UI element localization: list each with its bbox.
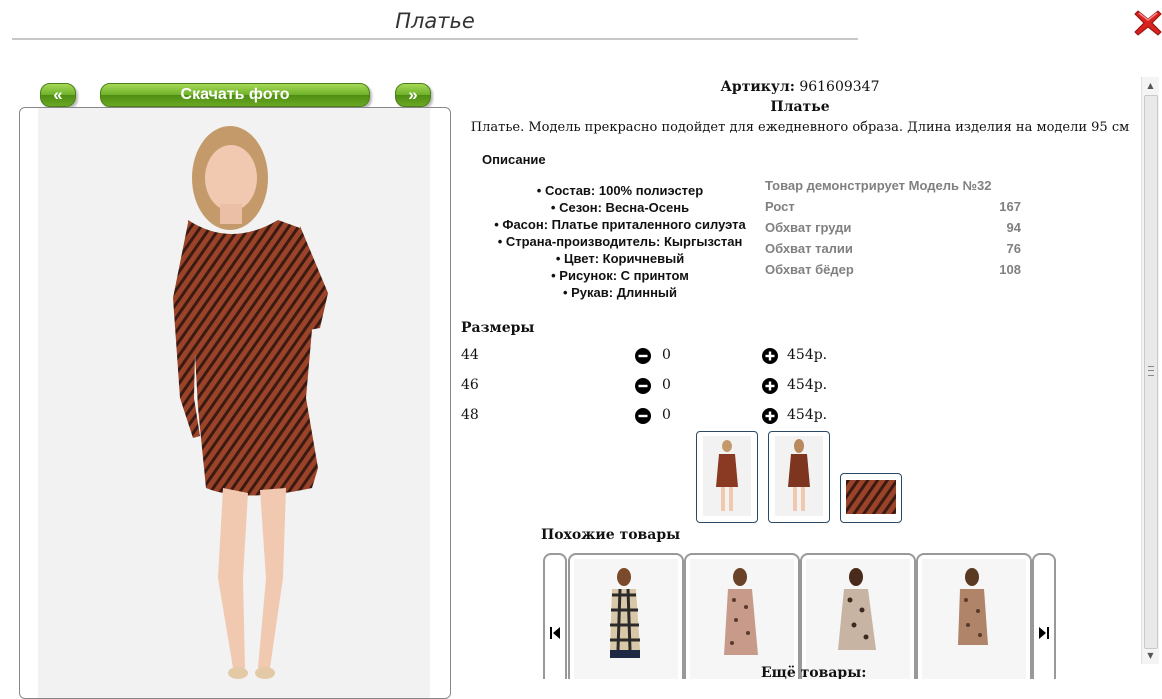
measurement-row: Обхват талии 76 bbox=[765, 238, 1021, 259]
measurement-row: Обхват бёдер 108 bbox=[765, 259, 1021, 280]
size-price: 454р. bbox=[787, 407, 828, 423]
sizes-heading: Размеры bbox=[461, 320, 535, 336]
size-label: 48 bbox=[461, 407, 479, 423]
feature-item: • Состав: 100% полиэстер bbox=[536, 183, 704, 198]
minus-icon[interactable] bbox=[635, 348, 651, 364]
similar-product-card[interactable] bbox=[684, 553, 800, 679]
measurement-value: 94 bbox=[1006, 220, 1021, 235]
size-row: 46 0 454р. bbox=[461, 377, 881, 397]
size-row: 48 0 454р. bbox=[461, 407, 881, 427]
article-value: 961609347 bbox=[799, 79, 880, 95]
measurement-label: Обхват талии bbox=[765, 241, 853, 256]
main-photo bbox=[19, 107, 451, 699]
minus-icon[interactable] bbox=[635, 378, 651, 394]
size-price: 454р. bbox=[787, 377, 828, 393]
quantity-value: 0 bbox=[662, 347, 671, 363]
fabric-thumbnail[interactable] bbox=[840, 473, 902, 523]
size-price: 454р. bbox=[787, 347, 828, 363]
size-label: 46 bbox=[461, 377, 479, 393]
vertical-scrollbar[interactable]: ▲ ▼ bbox=[1141, 77, 1159, 664]
similar-product-card[interactable] bbox=[800, 553, 916, 679]
more-products-heading: Ещё товары: bbox=[761, 665, 867, 679]
feature-list: • Состав: 100% полиэстер • Сезон: Весна-… bbox=[475, 182, 765, 301]
photo-thumbnail[interactable] bbox=[696, 431, 758, 523]
minus-icon[interactable] bbox=[635, 408, 651, 424]
size-row: 44 0 454р. bbox=[461, 347, 881, 367]
skip-forward-icon bbox=[1039, 627, 1049, 639]
measurement-label: Обхват груди bbox=[765, 220, 852, 235]
feature-item: • Рисунок: С принтом bbox=[551, 268, 689, 283]
close-icon[interactable] bbox=[1133, 8, 1162, 38]
measurement-row: Рост 167 bbox=[765, 196, 1021, 217]
scrollbar-thumb[interactable] bbox=[1144, 95, 1158, 649]
measurement-value: 108 bbox=[999, 262, 1021, 277]
measurement-label: Обхват бёдер bbox=[765, 262, 854, 277]
similar-product-card[interactable] bbox=[568, 553, 684, 679]
previous-photo-button[interactable]: « bbox=[40, 83, 76, 107]
carousel-next-button[interactable] bbox=[1032, 553, 1056, 679]
feature-item: • Страна-производитель: Кыргызстан bbox=[497, 234, 743, 249]
plus-icon[interactable] bbox=[762, 348, 778, 364]
measurement-value: 76 bbox=[1006, 241, 1021, 256]
description-heading: Описание bbox=[482, 152, 546, 167]
product-details: Артикул: 961609347 Платье Платье. Модель… bbox=[455, 75, 1140, 679]
feature-item: • Сезон: Весна-Осень bbox=[550, 200, 690, 215]
carousel-prev-button[interactable] bbox=[543, 553, 567, 679]
scroll-up-arrow-icon[interactable]: ▲ bbox=[1142, 77, 1159, 94]
quantity-value: 0 bbox=[662, 407, 671, 423]
download-photo-button[interactable]: Скачать фото bbox=[100, 83, 370, 107]
product-short-description: Платье. Модель прекрасно подойдет для еж… bbox=[470, 120, 1130, 135]
feature-item: • Рукав: Длинный bbox=[562, 285, 678, 300]
scroll-down-arrow-icon[interactable]: ▼ bbox=[1142, 647, 1159, 664]
feature-item: • Цвет: Коричневый bbox=[555, 251, 685, 266]
article-label: Артикул: bbox=[720, 79, 795, 95]
similar-product-card[interactable] bbox=[916, 553, 1032, 679]
similar-heading: Похожие товары bbox=[541, 527, 681, 543]
next-photo-button[interactable]: » bbox=[395, 83, 431, 107]
page-title: Платье bbox=[12, 6, 858, 40]
measurement-row: Обхват груди 94 bbox=[765, 217, 1021, 238]
measurement-value: 167 bbox=[999, 199, 1021, 214]
photo-thumbnail[interactable] bbox=[768, 431, 830, 523]
measurement-label: Рост bbox=[765, 199, 795, 214]
size-label: 44 bbox=[461, 347, 479, 363]
feature-item: • Фасон: Платье приталенного силуэта bbox=[494, 217, 746, 232]
plus-icon[interactable] bbox=[762, 378, 778, 394]
model-figure-image bbox=[173, 126, 328, 679]
model-heading: Товар демонстрирует Модель №32 bbox=[765, 178, 992, 193]
plus-icon[interactable] bbox=[762, 408, 778, 424]
product-name: Платье bbox=[770, 99, 830, 115]
skip-back-icon bbox=[550, 627, 560, 639]
model-measurements: Товар демонстрирует Модель №32 Рост 167 О… bbox=[765, 175, 1021, 280]
quantity-value: 0 bbox=[662, 377, 671, 393]
